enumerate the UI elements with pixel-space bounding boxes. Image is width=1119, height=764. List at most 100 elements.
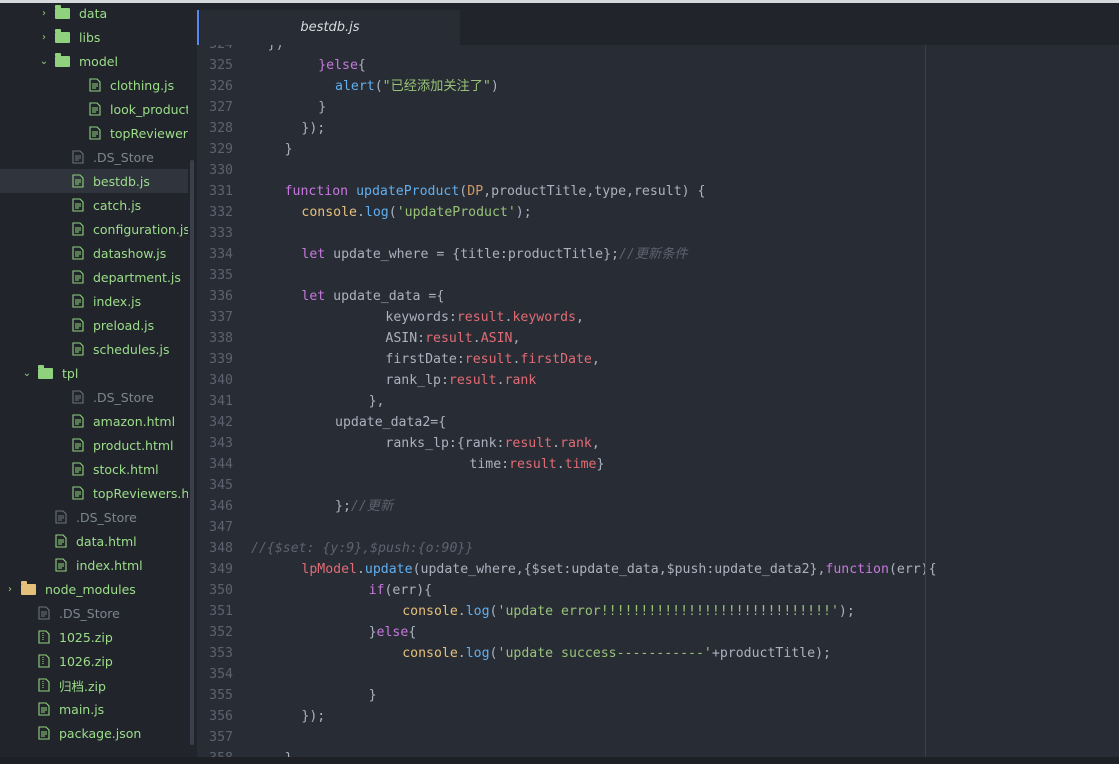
- line-number: 356: [209, 709, 233, 724]
- code-line[interactable]: 341},: [197, 391, 1119, 412]
- code-line[interactable]: 333: [197, 223, 1119, 244]
- tree-item[interactable]: › node_modules: [0, 577, 188, 601]
- code-line[interactable]: 351 console.log('update error!!!!!!!!!!!!…: [197, 601, 1119, 622]
- tree-item[interactable]: main.js: [0, 697, 188, 721]
- tree-item[interactable]: .DS_Store: [0, 505, 188, 529]
- code-line[interactable]: 342 update_data2={: [197, 412, 1119, 433]
- code-line[interactable]: 331 function updateProduct(DP,productTitl…: [197, 181, 1119, 202]
- code-line[interactable]: 349 lpModel.update(update_where,{$set:upd…: [197, 559, 1119, 580]
- code-line[interactable]: 330: [197, 160, 1119, 181]
- folder-icon: [55, 28, 70, 43]
- tab-bestdb-js[interactable]: bestdb.js: [200, 10, 460, 45]
- code-line[interactable]: 335: [197, 265, 1119, 286]
- code-line[interactable]: 350 if(err){: [197, 580, 1119, 601]
- tree-item[interactable]: look_product.js: [0, 97, 188, 121]
- code-line[interactable]: 340 rank_lp:result.rank: [197, 370, 1119, 391]
- tree-item[interactable]: .DS_Store: [0, 385, 188, 409]
- code-text: function updateProduct(DP,productTitle,t…: [285, 181, 706, 202]
- tree-item[interactable]: ⌄ tpl: [0, 361, 188, 385]
- file-icon: [72, 174, 84, 188]
- line-number: 344: [209, 457, 233, 472]
- code-line[interactable]: 332 console.log('updateProduct');: [197, 202, 1119, 223]
- tree-item[interactable]: catch.js: [0, 193, 188, 217]
- tree-item[interactable]: department.js: [0, 265, 188, 289]
- tree-item[interactable]: .DS_Store: [0, 145, 188, 169]
- tree-item[interactable]: amazon.html: [0, 409, 188, 433]
- tree-item[interactable]: index.html: [0, 553, 188, 577]
- tree-item[interactable]: 1025.zip: [0, 625, 188, 649]
- chevron-down-icon[interactable]: ⌄: [22, 368, 32, 379]
- code-token: {: [408, 625, 417, 640]
- code-text: if(err){: [369, 580, 433, 601]
- code-line[interactable]: 329}: [197, 139, 1119, 160]
- tree-item[interactable]: datashow.js: [0, 241, 188, 265]
- code-line[interactable]: 327}: [197, 97, 1119, 118]
- tree-item[interactable]: clothing.js: [0, 73, 188, 97]
- tree-item[interactable]: topReviewers.js: [0, 121, 188, 145]
- tree-item[interactable]: configuration.js: [0, 217, 188, 241]
- tree-item-label: .DS_Store: [93, 149, 154, 165]
- tree-item-label: data: [79, 5, 108, 21]
- code-token: else: [376, 625, 409, 640]
- code-token: .: [496, 373, 505, 388]
- code-line[interactable]: 336 let update_data ={: [197, 286, 1119, 307]
- tree-item[interactable]: package.json: [0, 721, 188, 745]
- code-line[interactable]: 355}: [197, 685, 1119, 706]
- code-token: ,productTitle,type,result) {: [483, 184, 706, 199]
- tree-item[interactable]: index.js: [0, 289, 188, 313]
- code-token: time:: [469, 457, 510, 472]
- tree-item[interactable]: data.html: [0, 529, 188, 553]
- tree-item-label: data.html: [76, 533, 137, 549]
- code-line[interactable]: 324}): [197, 45, 1119, 55]
- tree-item[interactable]: 1026.zip: [0, 649, 188, 673]
- code-token: update_where = {title:productTitle};: [325, 247, 619, 262]
- code-line[interactable]: 337 keywords:result.keywords,: [197, 307, 1119, 328]
- code-line[interactable]: 334 let update_where = {title:productTitl…: [197, 244, 1119, 265]
- tree-item[interactable]: › data: [0, 3, 188, 25]
- code-text: }else{: [369, 622, 417, 643]
- code-line[interactable]: 356});: [197, 706, 1119, 727]
- code-line[interactable]: 338 ASIN:result.ASIN,: [197, 328, 1119, 349]
- code-text: console.log('updateProduct');: [301, 202, 531, 223]
- tree-item[interactable]: preload.js: [0, 313, 188, 337]
- line-number: 326: [209, 79, 233, 94]
- code-token: firstDate: [520, 352, 592, 367]
- tree-item[interactable]: › libs: [0, 25, 188, 49]
- tree-item[interactable]: stock.html: [0, 457, 188, 481]
- code-line[interactable]: 343 ranks_lp:{rank:result.rank,: [197, 433, 1119, 454]
- chevron-right-icon[interactable]: ›: [39, 32, 49, 43]
- tree-item[interactable]: .DS_Store: [0, 601, 188, 625]
- code-token: ,: [512, 331, 521, 346]
- chevron-right-icon[interactable]: ›: [39, 8, 49, 19]
- code-line[interactable]: 347: [197, 517, 1119, 538]
- code-line[interactable]: 354: [197, 664, 1119, 685]
- code-line[interactable]: 353 console.log('update success----------…: [197, 643, 1119, 664]
- tree-item[interactable]: product.html: [0, 433, 188, 457]
- file-tree-scrollbar[interactable]: [190, 160, 194, 745]
- line-number: 338: [209, 331, 233, 346]
- file-icon: [72, 438, 84, 452]
- code-line[interactable]: 357: [197, 727, 1119, 748]
- code-line[interactable]: 328});: [197, 118, 1119, 139]
- code-line[interactable]: 346};//更新: [197, 496, 1119, 517]
- tree-item[interactable]: topReviewers.html: [0, 481, 188, 505]
- chevron-right-icon[interactable]: ›: [5, 584, 15, 595]
- code-line[interactable]: 345: [197, 475, 1119, 496]
- code-editor[interactable]: 324})325}else{326alert("已经添加关注了")327}328…: [197, 45, 1119, 757]
- code-token: ,: [591, 352, 600, 367]
- code-line[interactable]: 344 time:result.time}: [197, 454, 1119, 475]
- tree-item-label: node_modules: [45, 581, 136, 597]
- tree-item[interactable]: bestdb.js: [0, 169, 188, 193]
- code-line[interactable]: 339 firstDate:result.firstDate,: [197, 349, 1119, 370]
- tree-item[interactable]: 归档.zip: [0, 673, 188, 697]
- code-line[interactable]: 325}else{: [197, 55, 1119, 76]
- tree-item[interactable]: schedules.js: [0, 337, 188, 361]
- tree-item[interactable]: ⌄ model: [0, 49, 188, 73]
- code-line[interactable]: 348 //{$set: {y:9},$push:{o:90}}: [197, 538, 1119, 559]
- chevron-down-icon[interactable]: ⌄: [39, 56, 49, 67]
- code-token: if: [368, 583, 385, 598]
- code-line[interactable]: 352}else{: [197, 622, 1119, 643]
- code-line[interactable]: 358}: [197, 748, 1119, 757]
- code-line[interactable]: 326 alert("已经添加关注了"): [197, 76, 1119, 97]
- code-text: let update_where = {title:productTitle};…: [301, 244, 687, 265]
